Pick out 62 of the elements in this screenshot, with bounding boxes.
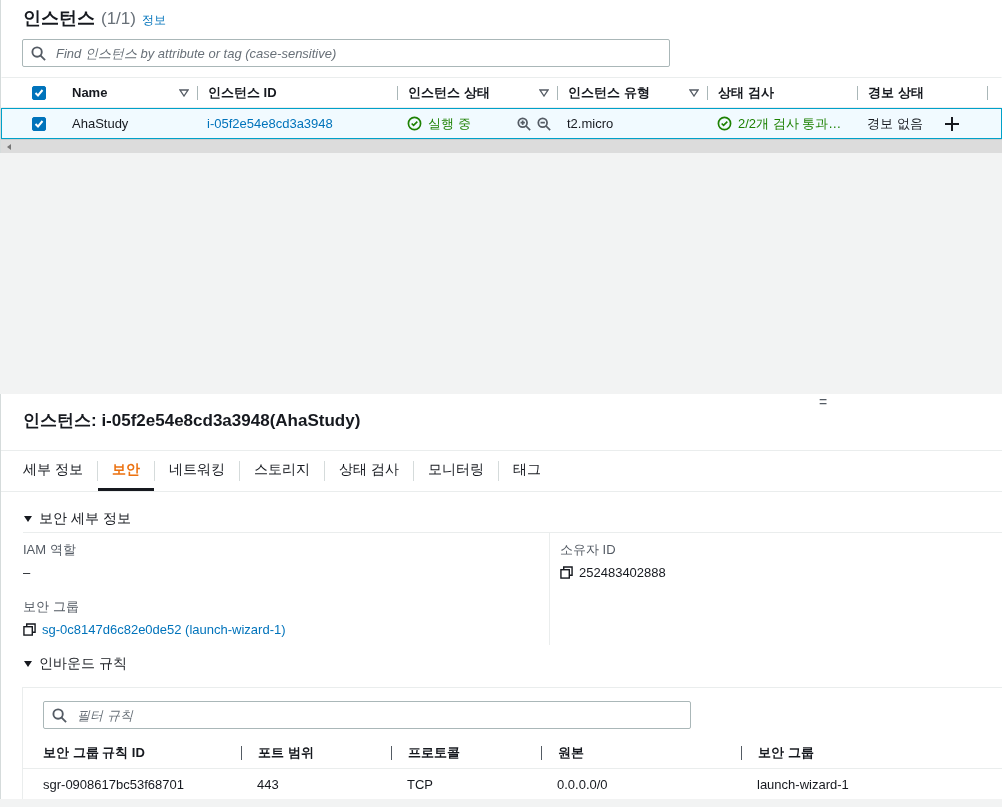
zoom-out-icon[interactable] bbox=[536, 116, 551, 131]
scroll-left-icon[interactable] bbox=[5, 142, 13, 151]
instance-id-link[interactable]: i-05f2e54e8cd3a3948 bbox=[207, 116, 333, 131]
tab[interactable]: 모니터링 bbox=[413, 451, 498, 491]
column-header[interactable]: 원본 bbox=[541, 746, 741, 760]
select-all-checkbox[interactable] bbox=[32, 85, 46, 100]
table-cell-text: 0.0.0.0/0 bbox=[556, 777, 609, 792]
table-cell: AhaStudy bbox=[72, 116, 129, 131]
copy-icon[interactable] bbox=[560, 566, 573, 579]
search-icon bbox=[52, 707, 67, 723]
sort-icon[interactable] bbox=[689, 88, 699, 97]
field-label: IAM 역할 bbox=[23, 541, 77, 559]
tab[interactable]: 스토리지 bbox=[239, 451, 324, 491]
table-cell-text: 443 bbox=[256, 777, 280, 792]
tab[interactable]: 네트워킹 bbox=[154, 451, 239, 491]
check-circle-icon bbox=[407, 116, 422, 131]
column-header[interactable]: 상태 검사 bbox=[707, 85, 857, 100]
table-cell-text: launch-wizard-1 bbox=[756, 777, 850, 792]
column-header[interactable]: 인스턴스 상태 bbox=[397, 85, 557, 100]
instance-count: (1/1) bbox=[101, 9, 136, 29]
search-box[interactable]: Find 인스턴스 by attribute or tag (case-sensitive) bbox=[22, 39, 670, 67]
search-icon bbox=[31, 45, 46, 61]
section-toggle[interactable]: 인바운드 규칙 bbox=[1, 651, 149, 677]
column-header[interactable]: 보안 그룹 bbox=[741, 746, 1002, 760]
info-link[interactable]: 정보 bbox=[141, 12, 166, 29]
column-header[interactable]: Name bbox=[62, 85, 197, 100]
copy-icon[interactable] bbox=[23, 623, 36, 636]
caret-icon bbox=[23, 514, 33, 524]
section-toggle[interactable]: 보안 세부 정보 bbox=[1, 506, 153, 532]
horizontal-scrollbar[interactable] bbox=[1, 139, 1002, 153]
page-title: 인스턴스 bbox=[23, 7, 95, 30]
resize-handle[interactable]: = bbox=[819, 394, 828, 410]
field-label: 소유자 ID bbox=[560, 541, 617, 559]
table-cell: 경보 없음 bbox=[867, 114, 923, 133]
security-group-link[interactable]: sg-0c8147d6c82e0de52 (launch-wizard-1) bbox=[42, 622, 286, 637]
tab[interactable]: 세부 정보 bbox=[9, 451, 97, 491]
state-text: 실행 중 bbox=[428, 114, 471, 133]
row-checkbox[interactable] bbox=[32, 116, 46, 131]
table-cell: t2.micro bbox=[567, 116, 614, 131]
field-value: – bbox=[23, 565, 31, 580]
table-cell-text: TCP bbox=[406, 777, 434, 792]
sort-icon[interactable] bbox=[539, 88, 549, 97]
table-row[interactable]: AhaStudy i-05f2e54e8cd3a3948 실행 중 t2.micro 2/2개 검사 통과… 경보 없음 bbox=[1, 108, 1002, 139]
column-header[interactable]: 경보 상태 bbox=[857, 85, 987, 100]
table-cell-text: sgr-0908617bc53f68701 bbox=[42, 777, 185, 792]
field-value: 252483402888 bbox=[579, 565, 666, 580]
filter-box[interactable]: 필터 규칙 bbox=[43, 701, 691, 729]
check-circle-icon bbox=[717, 116, 732, 131]
status-check-text: 2/2개 검사 통과… bbox=[738, 114, 842, 133]
column-header[interactable]: 포트 범위 bbox=[241, 746, 391, 760]
column-header[interactable]: 프로토콜 bbox=[391, 746, 541, 760]
detail-title: 인스턴스: i-05f2e54e8cd3a3948(AhaStudy) bbox=[23, 411, 361, 430]
zoom-in-icon[interactable] bbox=[516, 116, 531, 131]
column-header[interactable]: 인스턴스 ID bbox=[197, 85, 397, 100]
caret-icon bbox=[23, 659, 33, 669]
sort-icon[interactable] bbox=[179, 88, 189, 97]
plus-icon[interactable] bbox=[944, 116, 959, 131]
field-label: 보안 그룹 bbox=[23, 598, 80, 616]
tab[interactable]: 태그 bbox=[498, 451, 555, 491]
column-header[interactable]: 인스턴스 유형 bbox=[557, 85, 707, 100]
tab[interactable]: 상태 검사 bbox=[324, 451, 413, 491]
column-header[interactable]: 보안 그룹 규칙 ID bbox=[23, 746, 241, 760]
